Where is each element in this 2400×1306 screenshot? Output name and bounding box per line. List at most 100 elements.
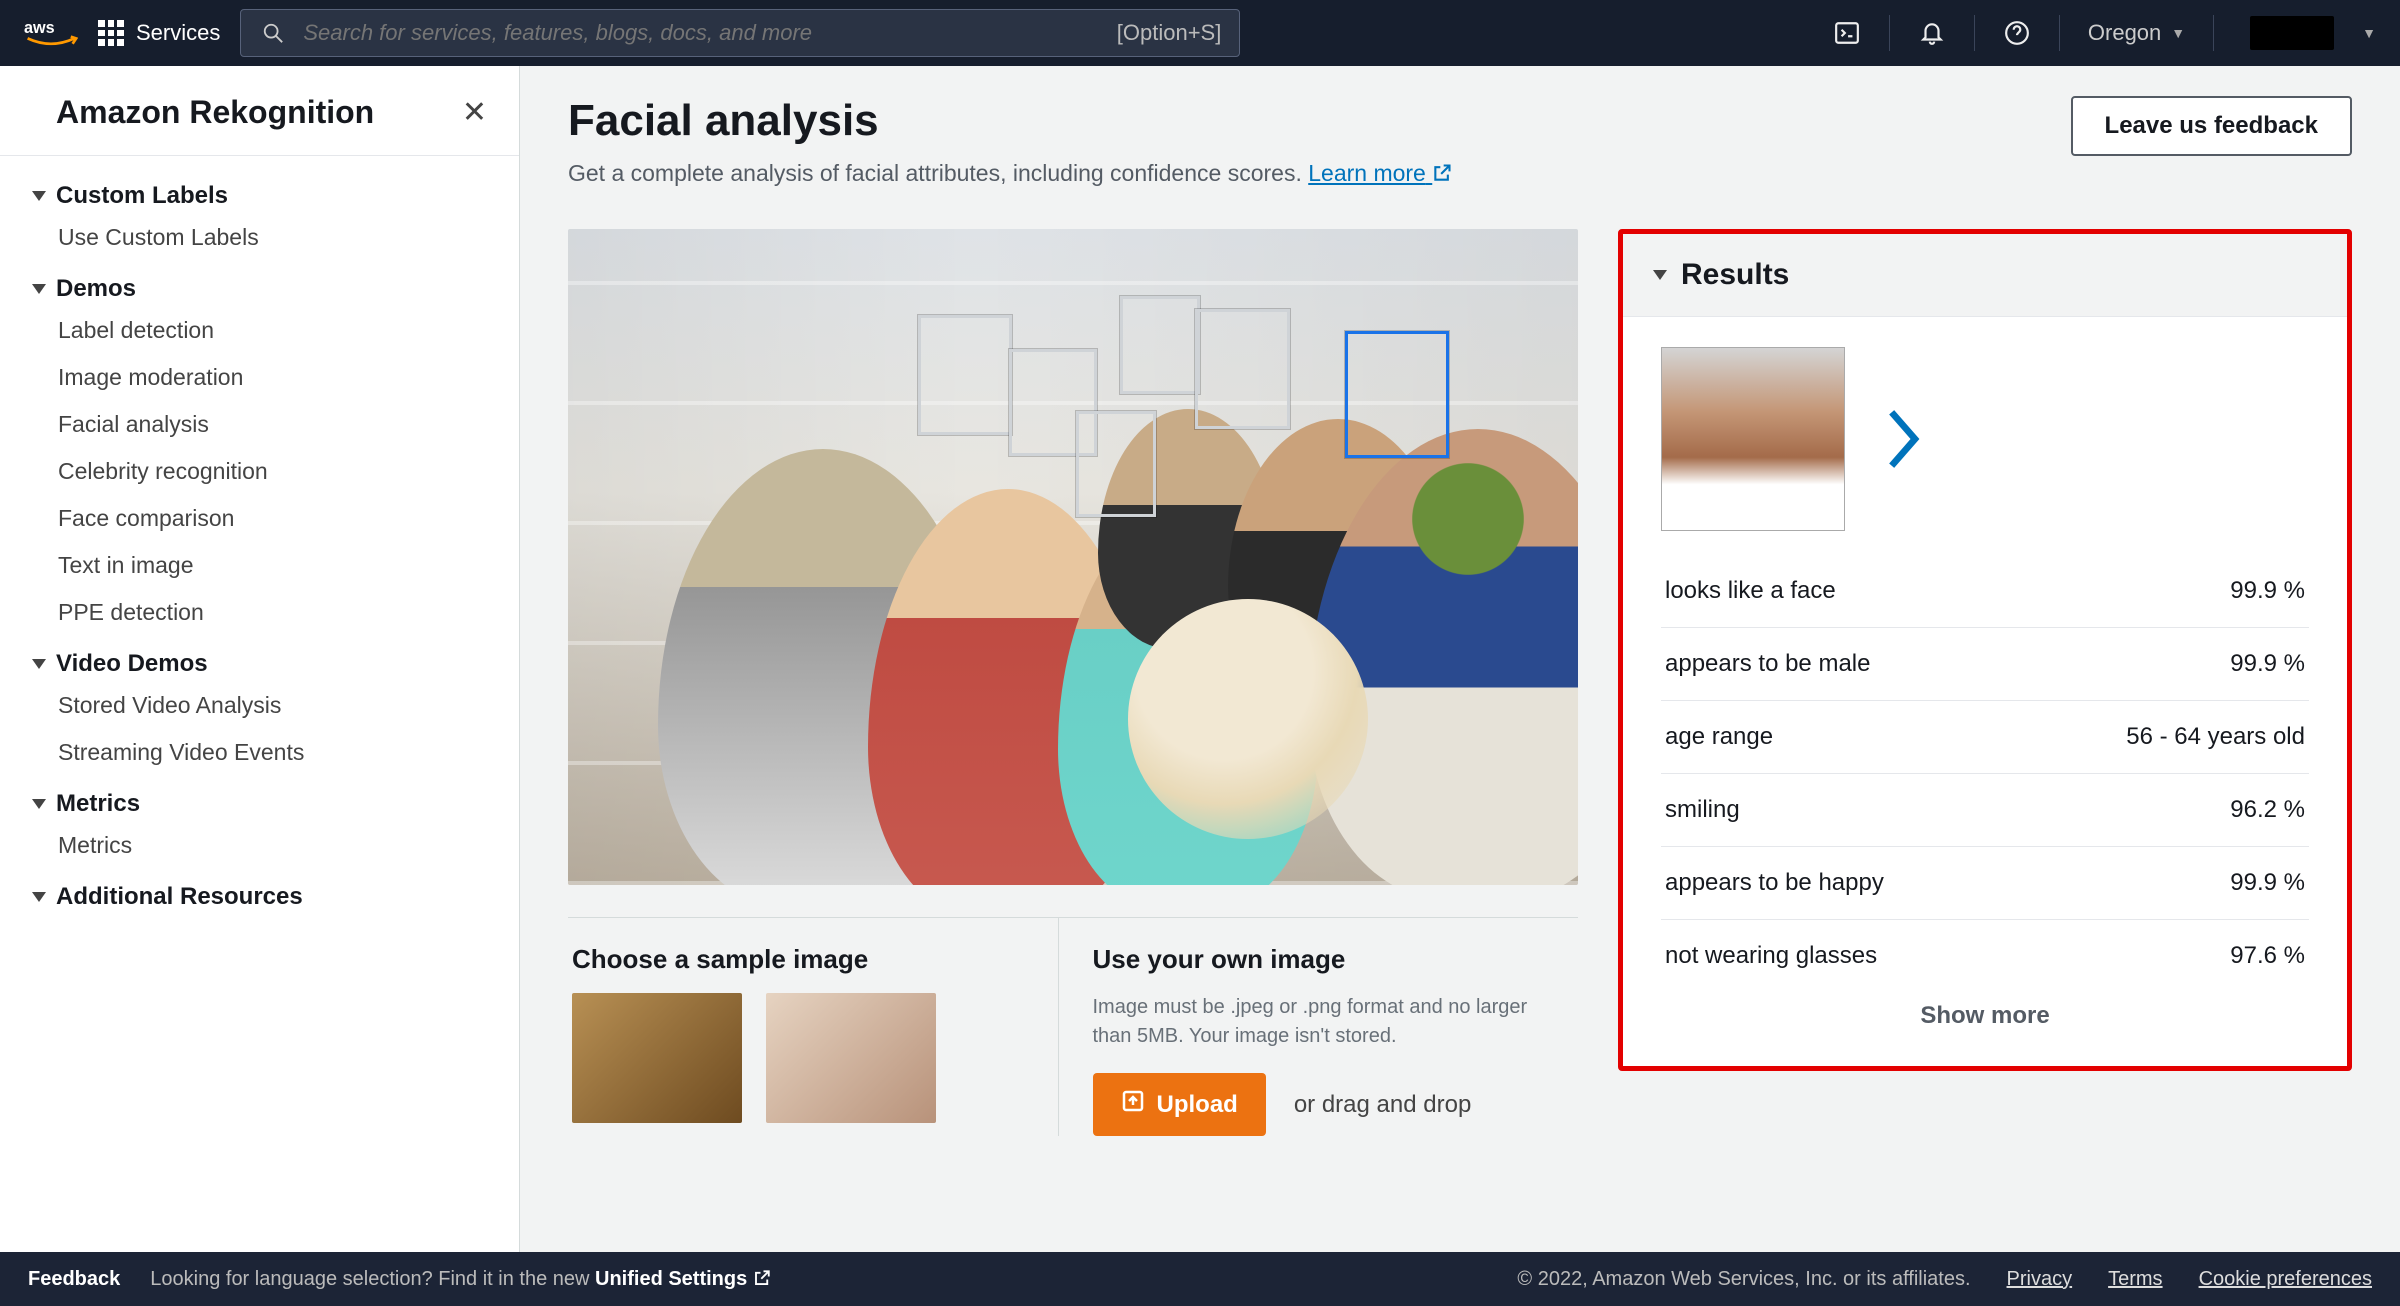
- search-icon: [259, 19, 287, 47]
- results-heading: Results: [1681, 258, 1789, 292]
- sep: [2213, 15, 2214, 51]
- face-box[interactable]: [1076, 411, 1156, 516]
- attr-label: not wearing glasses: [1665, 942, 1877, 970]
- face-box[interactable]: [1120, 296, 1200, 393]
- sidebar-item-ppe-detection[interactable]: PPE detection: [0, 589, 519, 636]
- footer-link-privacy[interactable]: Privacy: [2007, 1268, 2073, 1290]
- sep: [2059, 15, 2060, 51]
- footer-feedback-link[interactable]: Feedback: [28, 1268, 120, 1291]
- sidebar-item-label-detection[interactable]: Label detection: [0, 307, 519, 354]
- global-search[interactable]: [Option+S]: [240, 9, 1240, 57]
- footer-link-cookie-preferences[interactable]: Cookie preferences: [2199, 1268, 2372, 1290]
- sample-thumb-2[interactable]: [766, 993, 936, 1123]
- upload-desc: Image must be .jpeg or .png format and n…: [1093, 993, 1551, 1051]
- sidebar: Amazon Rekognition ✕ Custom Labels Use Cu…: [0, 66, 520, 1252]
- close-icon[interactable]: ✕: [462, 95, 487, 130]
- attr-value: 99.9 %: [2230, 650, 2305, 678]
- services-grid-icon: [98, 20, 124, 46]
- attr-value: 97.6 %: [2230, 942, 2305, 970]
- sample-heading: Choose a sample image: [572, 944, 1030, 975]
- selected-face-thumb[interactable]: [1661, 347, 1845, 531]
- sep: [1889, 15, 1890, 51]
- unified-settings-link[interactable]: Unified Settings: [595, 1268, 771, 1290]
- face-box[interactable]: [1345, 331, 1449, 457]
- sidebar-item-text-in-image[interactable]: Text in image: [0, 542, 519, 589]
- subtitle-text: Get a complete analysis of facial attrib…: [568, 160, 1308, 186]
- upload-label: Upload: [1157, 1091, 1238, 1119]
- sidebar-item-metrics[interactable]: Metrics: [0, 822, 519, 869]
- results-header[interactable]: Results: [1623, 234, 2347, 317]
- sidebar-section-metrics[interactable]: Metrics: [32, 790, 487, 818]
- chevron-down-icon: [32, 799, 46, 809]
- region-selector[interactable]: Oregon ▼: [2088, 20, 2185, 46]
- page-title: Facial analysis: [568, 96, 1452, 146]
- bell-icon[interactable]: [1918, 19, 1946, 47]
- result-row: smiling96.2 %: [1661, 774, 2309, 847]
- sidebar-item-facial-analysis[interactable]: Facial analysis: [0, 401, 519, 448]
- caret-down-icon: ▼: [2362, 25, 2376, 41]
- region-label: Oregon: [2088, 20, 2161, 46]
- leave-feedback-button[interactable]: Leave us feedback: [2071, 96, 2352, 156]
- sidebar-item-image-moderation[interactable]: Image moderation: [0, 354, 519, 401]
- search-shortcut: [Option+S]: [1117, 20, 1222, 46]
- sep: [1974, 15, 1975, 51]
- show-more-button[interactable]: Show more: [1661, 992, 2309, 1036]
- result-row: age range56 - 64 years old: [1661, 701, 2309, 774]
- next-face-button[interactable]: [1885, 404, 1925, 474]
- drag-drop-text: or drag and drop: [1294, 1091, 1471, 1119]
- sidebar-item-celebrity-recognition[interactable]: Celebrity recognition: [0, 448, 519, 495]
- result-row: appears to be male 99.9 %: [1661, 628, 2309, 701]
- services-menu[interactable]: Services: [98, 20, 220, 46]
- face-box[interactable]: [918, 315, 1012, 435]
- sidebar-item-face-comparison[interactable]: Face comparison: [0, 495, 519, 542]
- footer-link-terms[interactable]: Terms: [2108, 1268, 2162, 1290]
- chevron-down-icon: [32, 659, 46, 669]
- lang-tip-text: Looking for language selection? Find it …: [150, 1268, 595, 1290]
- learn-more-link[interactable]: Learn more: [1308, 160, 1452, 186]
- image-column: Choose a sample image Use your own image…: [568, 229, 1578, 1136]
- cloudshell-icon[interactable]: [1833, 19, 1861, 47]
- lang-tip: Looking for language selection? Find it …: [150, 1268, 771, 1291]
- sample-photo[interactable]: [568, 229, 1578, 885]
- own-image-heading: Use your own image: [1093, 944, 1551, 975]
- topnav-right: Oregon ▼ ▼: [1833, 15, 2376, 51]
- upload-icon: [1121, 1089, 1145, 1120]
- attr-label: smiling: [1665, 796, 1740, 824]
- attr-label: appears to be male: [1665, 650, 1870, 678]
- external-link-icon: [753, 1268, 771, 1290]
- sidebar-nav: Custom Labels Use Custom Labels Demos Label…: [0, 156, 519, 1252]
- face-box[interactable]: [1195, 309, 1289, 429]
- sample-image-section: Choose a sample image: [568, 918, 1058, 1136]
- own-image-section: Use your own image Image must be .jpeg o…: [1058, 918, 1579, 1136]
- results-body: looks like a face99.9 %appears to be mal…: [1623, 317, 2347, 1066]
- sidebar-section-custom-labels[interactable]: Custom Labels: [32, 182, 487, 210]
- sidebar-item-streaming-video-events[interactable]: Streaming Video Events: [0, 729, 519, 776]
- attr-value: 99.9 %: [2230, 577, 2305, 605]
- sidebar-item-stored-video-analysis[interactable]: Stored Video Analysis: [0, 682, 519, 729]
- result-row: appears to be happy99.9 %: [1661, 847, 2309, 920]
- face-nav: [1661, 347, 2309, 531]
- aws-logo[interactable]: aws: [24, 16, 78, 50]
- sidebar-section-additional-resources[interactable]: Additional Resources: [32, 883, 487, 911]
- chevron-down-icon: [32, 191, 46, 201]
- copyright: © 2022, Amazon Web Services, Inc. or its…: [1517, 1268, 1970, 1291]
- results-panel: Results looks like a face99.9 %appears t…: [1618, 229, 2352, 1071]
- chevron-down-icon: [32, 892, 46, 902]
- external-link-icon: [1432, 160, 1452, 186]
- sample-thumb-1[interactable]: [572, 993, 742, 1123]
- sidebar-item-use-custom-labels[interactable]: Use Custom Labels: [0, 214, 519, 261]
- help-icon[interactable]: [2003, 19, 2031, 47]
- sidebar-section-video-demos[interactable]: Video Demos: [32, 650, 487, 678]
- services-label: Services: [136, 20, 220, 46]
- main: Facial analysis Get a complete analysis …: [520, 66, 2400, 1252]
- page-subtitle: Get a complete analysis of facial attrib…: [568, 160, 1452, 187]
- sidebar-section-demos[interactable]: Demos: [32, 275, 487, 303]
- result-row: looks like a face 99.9 %: [1661, 555, 2309, 628]
- upload-button[interactable]: Upload: [1093, 1073, 1266, 1136]
- search-input[interactable]: [303, 20, 1100, 46]
- page-header: Facial analysis Get a complete analysis …: [520, 66, 2400, 211]
- sidebar-header: Amazon Rekognition ✕: [0, 66, 519, 156]
- image-controls: Choose a sample image Use your own image…: [568, 917, 1578, 1136]
- account-menu[interactable]: [2250, 16, 2334, 50]
- attr-label: looks like a face: [1665, 577, 1836, 605]
